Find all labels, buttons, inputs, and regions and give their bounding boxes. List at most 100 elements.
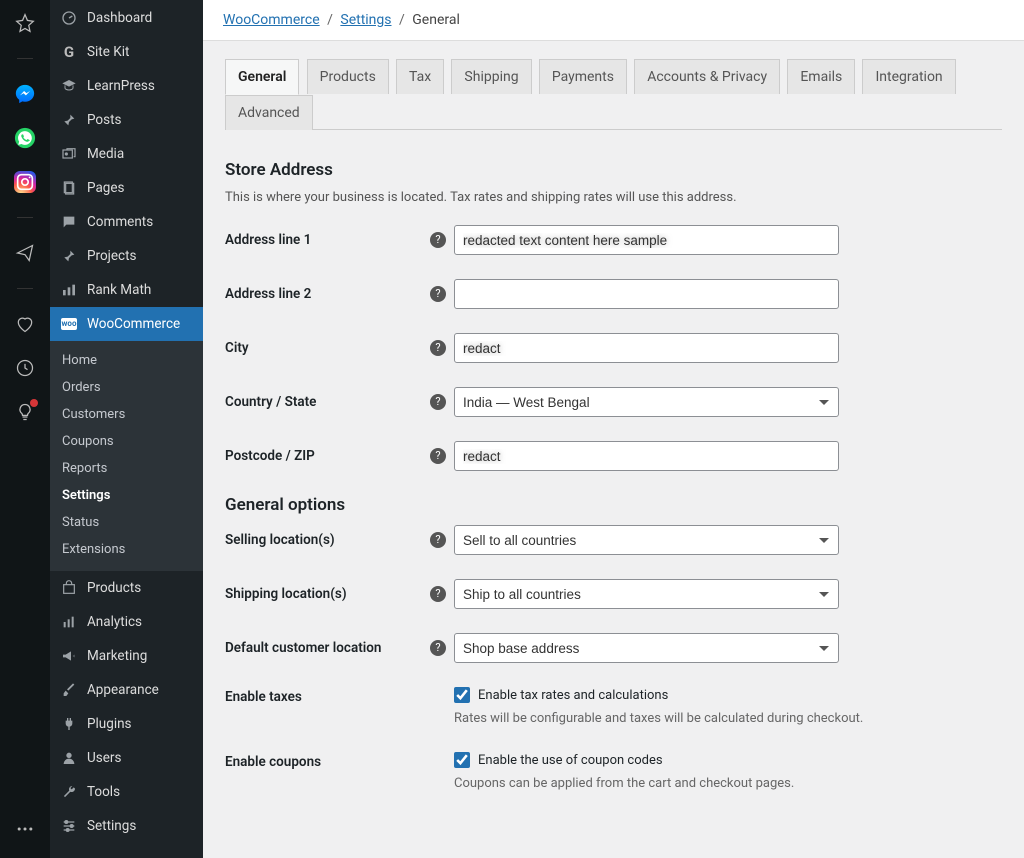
tab-emails[interactable]: Emails [787,59,855,94]
help-icon[interactable]: ? [430,232,446,248]
tab-integration[interactable]: Integration [862,59,955,94]
sidebar-item-analytics[interactable]: Analytics [50,605,203,639]
subitem-reports[interactable]: Reports [50,455,203,482]
sidebar-item-learnpress[interactable]: LearnPress [50,69,203,103]
star-icon[interactable] [14,12,36,34]
subitem-settings[interactable]: Settings [50,482,203,509]
sliders-icon [60,817,78,835]
instagram-icon[interactable] [14,171,36,193]
sidebar-item-posts[interactable]: Posts [50,103,203,137]
send-icon[interactable] [14,242,36,264]
wrench-icon [60,783,78,801]
input-postcode[interactable] [454,441,839,471]
row-default-loc: Default customer location ? Shop base ad… [225,633,1002,663]
admin-sidebar: Dashboard GSite Kit LearnPress Posts Med… [50,0,203,858]
more-dots-icon[interactable] [14,818,36,840]
subitem-home[interactable]: Home [50,347,203,374]
hint-coupons: Coupons can be applied from the cart and… [454,776,1002,791]
breadcrumb-current: General [412,12,460,28]
sidebar-item-label: Users [87,750,121,766]
select-country[interactable]: India — West Bengal [454,387,839,417]
sidebar-item-projects[interactable]: Projects [50,239,203,273]
input-city[interactable] [454,333,839,363]
subitem-coupons[interactable]: Coupons [50,428,203,455]
sidebar-item-label: Media [87,146,124,162]
sidebar-item-label: Dashboard [87,10,152,26]
row-enable-coupons: Enable coupons Enable the use of coupon … [225,752,1002,809]
help-icon[interactable]: ? [430,394,446,410]
sidebar-item-label: Plugins [87,716,132,732]
row-shipping-loc: Shipping location(s) ? Ship to all count… [225,579,1002,609]
row-country: Country / State ? India — West Bengal [225,387,1002,417]
row-postcode: Postcode / ZIP ? [225,441,1002,471]
sidebar-item-label: Appearance [87,682,159,698]
select-default-loc[interactable]: Shop base address [454,633,839,663]
breadcrumb-link-woocommerce[interactable]: WooCommerce [223,12,320,28]
sidebar-item-media[interactable]: Media [50,137,203,171]
sidebar-item-woocommerce[interactable]: woo WooCommerce [50,307,203,341]
browser-left-rail [0,0,50,858]
tab-tax[interactable]: Tax [396,59,444,94]
sidebar-item-pages[interactable]: Pages [50,171,203,205]
sidebar-item-products[interactable]: Products [50,571,203,605]
sidebar-item-comments[interactable]: Comments [50,205,203,239]
sidebar-item-label: Rank Math [87,282,151,298]
sidebar-item-dashboard[interactable]: Dashboard [50,1,203,35]
section-title-general-options: General options [225,495,1002,515]
checkbox-enable-coupons[interactable] [454,752,470,768]
select-selling[interactable]: Sell to all countries [454,525,839,555]
checkbox-enable-taxes[interactable] [454,687,470,703]
pin-icon [60,247,78,265]
help-icon[interactable]: ? [430,340,446,356]
sidebar-item-label: Marketing [87,648,147,664]
page-icon [60,179,78,197]
pin-icon [60,111,78,129]
tab-products[interactable]: Products [307,59,389,94]
tab-general[interactable]: General [225,59,299,95]
sidebar-item-tools[interactable]: Tools [50,775,203,809]
comment-icon [60,213,78,231]
product-icon [60,579,78,597]
input-address2[interactable] [454,279,839,309]
select-shipping-loc[interactable]: Ship to all countries [454,579,839,609]
cap-icon [60,77,78,95]
help-icon[interactable]: ? [430,448,446,464]
bulb-icon[interactable] [14,401,36,423]
breadcrumb-link-settings[interactable]: Settings [340,12,391,28]
sidebar-item-settings[interactable]: Settings [50,809,203,843]
help-icon[interactable]: ? [430,532,446,548]
checkbox-label: Enable the use of coupon codes [478,753,663,768]
subitem-customers[interactable]: Customers [50,401,203,428]
subitem-orders[interactable]: Orders [50,374,203,401]
sidebar-item-label: WooCommerce [87,316,180,332]
woo-icon: woo [60,315,78,333]
sidebar-item-users[interactable]: Users [50,741,203,775]
sidebar-item-marketing[interactable]: Marketing [50,639,203,673]
sidebar-item-sitekit[interactable]: GSite Kit [50,35,203,69]
messenger-icon[interactable] [14,83,36,105]
sidebar-item-plugins[interactable]: Plugins [50,707,203,741]
help-icon[interactable]: ? [430,286,446,302]
tab-payments[interactable]: Payments [539,59,627,94]
breadcrumb-sep: / [395,12,409,28]
analytics-icon [60,613,78,631]
brush-icon [60,681,78,699]
tab-shipping[interactable]: Shipping [451,59,531,94]
heart-icon[interactable] [14,313,36,335]
breadcrumb: WooCommerce / Settings / General [203,0,1024,41]
help-icon[interactable]: ? [430,640,446,656]
tab-advanced[interactable]: Advanced [225,95,313,130]
input-address1[interactable] [454,225,839,255]
sidebar-item-appearance[interactable]: Appearance [50,673,203,707]
clock-icon[interactable] [14,357,36,379]
tab-accounts[interactable]: Accounts & Privacy [634,59,780,94]
hint-taxes: Rates will be configurable and taxes wil… [454,711,1002,726]
sidebar-item-rankmath[interactable]: Rank Math [50,273,203,307]
subitem-status[interactable]: Status [50,509,203,536]
whatsapp-icon[interactable] [14,127,36,149]
sidebar-item-label: Site Kit [87,44,129,60]
checkbox-label: Enable tax rates and calculations [478,688,668,703]
subitem-extensions[interactable]: Extensions [50,536,203,563]
help-icon[interactable]: ? [430,586,446,602]
sidebar-item-label: Projects [87,248,137,264]
